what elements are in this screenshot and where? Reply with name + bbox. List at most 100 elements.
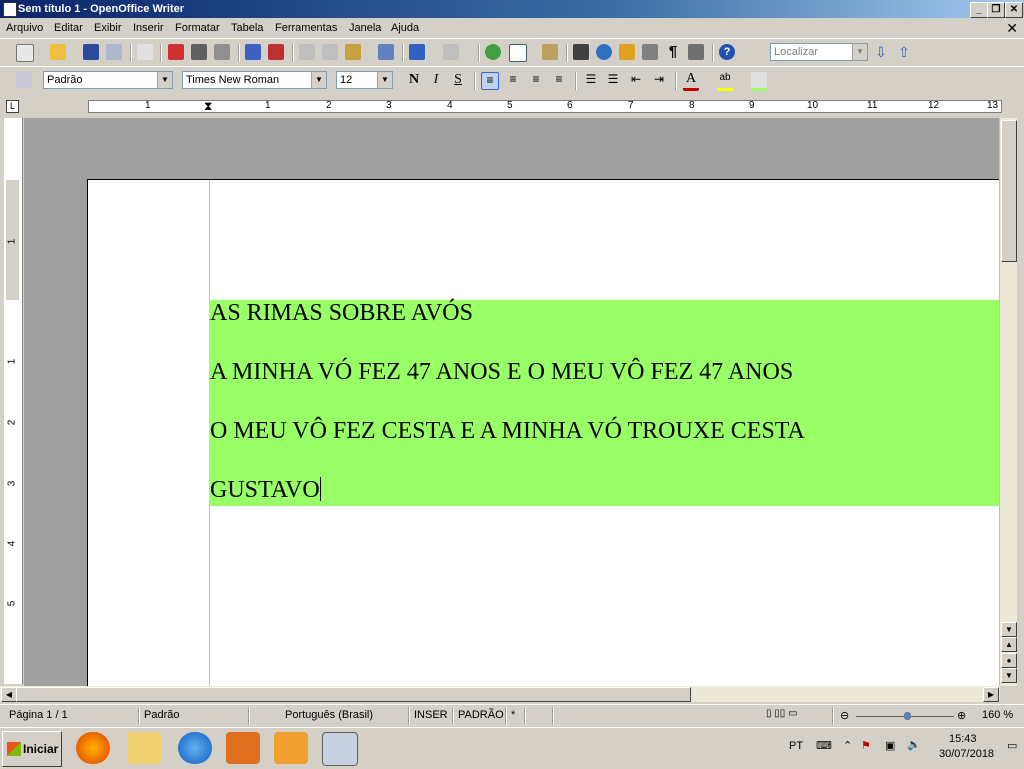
edit-file-icon[interactable]	[137, 44, 153, 60]
next-page-icon[interactable]: ▼	[1001, 668, 1017, 683]
previous-page-icon[interactable]: ▲	[1001, 637, 1017, 652]
document-line-2[interactable]: A MINHA VÓ FEZ 47 ANOS E O MEU VÔ FEZ 47…	[210, 359, 793, 386]
indent-marker-icon[interactable]: ⧗	[204, 99, 212, 114]
navigation-icon[interactable]: ●	[1001, 653, 1017, 668]
redo-icon[interactable]	[443, 44, 459, 60]
document-line-4[interactable]: GUSTAVO	[210, 477, 320, 503]
horizontal-scrollbar[interactable]: ◀ ▶	[0, 686, 1000, 702]
align-left-icon[interactable]: ≡	[481, 72, 499, 90]
insert-mode-indicator[interactable]: INSER	[414, 709, 448, 721]
find-previous-icon[interactable]: ⇧	[896, 44, 912, 60]
file-explorer-icon[interactable]	[127, 732, 161, 764]
italic-button[interactable]: I	[427, 71, 445, 89]
zoom-out-icon[interactable]: ⊖	[840, 709, 849, 722]
spellcheck-icon[interactable]	[245, 44, 261, 60]
email-icon[interactable]	[106, 44, 122, 60]
maximize-button[interactable]: ❐	[987, 2, 1005, 18]
cut-icon[interactable]	[299, 44, 315, 60]
text-body[interactable]: AS RIMAS SOBRE AVÓS A MINHA VÓ FEZ 47 AN…	[209, 300, 1000, 506]
document-area[interactable]: AS RIMAS SOBRE AVÓS A MINHA VÓ FEZ 47 AN…	[24, 118, 1000, 686]
menu-ajuda[interactable]: Ajuda	[391, 22, 419, 34]
justify-icon[interactable]: ≡	[551, 72, 567, 88]
chevron-down-icon[interactable]: ▼	[311, 72, 326, 88]
page-style[interactable]: Padrão	[144, 709, 179, 721]
tab-stop-selector-icon[interactable]: L	[6, 100, 19, 113]
print-icon[interactable]	[191, 44, 207, 60]
paragraph-style-select[interactable]: Padrão ▼	[43, 71, 173, 89]
find-next-icon[interactable]: ⇩	[873, 44, 889, 60]
new-document-icon[interactable]	[16, 44, 34, 62]
gallery-icon[interactable]	[619, 44, 635, 60]
help-icon[interactable]: ?	[719, 44, 735, 60]
chevron-down-icon[interactable]: ▼	[852, 44, 867, 60]
chevron-down-icon[interactable]: ▼	[157, 72, 172, 88]
scroll-down-arrow-icon[interactable]: ▼	[1001, 622, 1017, 637]
media-player-icon[interactable]	[274, 732, 308, 764]
network-icon[interactable]: ▣	[885, 739, 895, 752]
decrease-indent-icon[interactable]: ⇤	[628, 72, 644, 88]
menu-janela[interactable]: Janela	[349, 22, 381, 34]
internet-explorer-icon[interactable]	[178, 732, 212, 764]
vlc-folder-icon[interactable]	[226, 732, 260, 764]
keyboard-icon[interactable]: ⌨	[816, 739, 832, 752]
menu-arquivo[interactable]: Arquivo	[6, 22, 43, 34]
font-name-select[interactable]: Times New Roman ▼	[182, 71, 327, 89]
chevron-down-icon[interactable]: ▼	[377, 72, 392, 88]
find-input[interactable]: Localizar ▼	[770, 43, 868, 61]
menu-inserir[interactable]: Inserir	[133, 22, 164, 34]
table-icon[interactable]	[509, 44, 527, 62]
autospellcheck-icon[interactable]	[268, 44, 284, 60]
view-layout-icon[interactable]: ▯ ▯▯ ▭	[766, 708, 798, 719]
menu-exibir[interactable]: Exibir	[94, 22, 122, 34]
close-document-icon[interactable]: ✕	[1006, 20, 1018, 37]
volume-icon[interactable]: 🔈	[907, 738, 921, 751]
styles-formatting-icon[interactable]	[16, 72, 32, 88]
scroll-right-arrow-icon[interactable]: ▶	[983, 687, 999, 702]
underline-button[interactable]: S	[449, 71, 467, 89]
vertical-scroll-thumb[interactable]	[1001, 120, 1017, 262]
zoom-slider-handle[interactable]	[904, 712, 911, 720]
highlight-icon[interactable]: ab	[717, 72, 733, 91]
export-pdf-icon[interactable]	[168, 44, 184, 60]
print-preview-icon[interactable]	[214, 44, 230, 60]
clone-formatting-icon[interactable]	[378, 44, 394, 60]
menu-ferramentas[interactable]: Ferramentas	[275, 22, 337, 34]
increase-indent-icon[interactable]: ⇥	[651, 72, 667, 88]
document-line-3[interactable]: O MEU VÔ FEZ CESTA E A MINHA VÓ TROUXE C…	[210, 418, 805, 445]
vertical-scrollbar[interactable]: ▼ ▲ ● ▼	[999, 118, 1017, 686]
action-center-icon[interactable]: ⚑	[861, 739, 871, 752]
zoom-icon[interactable]	[688, 44, 704, 60]
language-indicator[interactable]: Português (Brasil)	[285, 709, 373, 721]
zoom-level[interactable]: 160 %	[982, 709, 1013, 721]
horizontal-ruler[interactable]: L 1 ⧗ 1 2 3 4 5 6 7 8 9 10 11 12 13	[0, 95, 1024, 117]
copy-icon[interactable]	[322, 44, 338, 60]
selection-mode-indicator[interactable]: PADRÃO	[458, 709, 504, 721]
show-hidden-icons-icon[interactable]: ⌃	[843, 739, 852, 752]
paste-icon[interactable]	[345, 44, 361, 60]
scroll-left-arrow-icon[interactable]: ◀	[1, 687, 17, 702]
navigator-icon[interactable]	[596, 44, 612, 60]
vertical-ruler[interactable]: 1 1 2 3 4 5	[4, 118, 23, 684]
clock-time[interactable]: 15:43	[949, 733, 977, 745]
draw-functions-icon[interactable]	[542, 44, 558, 60]
align-right-icon[interactable]: ≡	[528, 72, 544, 88]
document-line-4-wrap[interactable]: GUSTAVO	[210, 477, 321, 504]
save-icon[interactable]	[83, 44, 99, 60]
font-size-select[interactable]: 12 ▼	[336, 71, 393, 89]
show-desktop-icon[interactable]: ▭	[1007, 739, 1017, 752]
minimize-button[interactable]: _	[970, 2, 988, 18]
menu-editar[interactable]: Editar	[54, 22, 83, 34]
numbering-icon[interactable]: ☰	[583, 72, 599, 88]
firefox-icon[interactable]	[76, 732, 110, 764]
document-page[interactable]: AS RIMAS SOBRE AVÓS A MINHA VÓ FEZ 47 AN…	[87, 179, 1000, 686]
page-indicator[interactable]: Página 1 / 1	[9, 709, 68, 721]
data-sources-icon[interactable]	[642, 44, 658, 60]
language-indicator[interactable]: PT	[789, 740, 803, 752]
bullets-icon[interactable]: ☰	[605, 72, 621, 88]
menu-tabela[interactable]: Tabela	[231, 22, 263, 34]
undo-icon[interactable]	[409, 44, 425, 60]
horizontal-scroll-thumb[interactable]	[16, 687, 691, 702]
font-color-icon[interactable]: A	[683, 72, 699, 91]
zoom-in-icon[interactable]: ⊕	[957, 709, 966, 722]
start-button[interactable]: Iniciar	[2, 731, 62, 767]
